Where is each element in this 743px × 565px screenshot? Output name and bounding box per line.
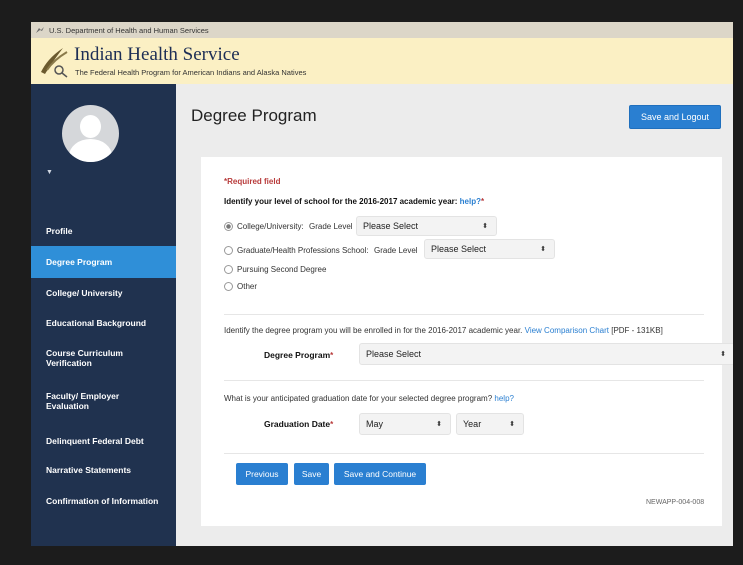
comparison-chart-link[interactable]: View Comparison Chart [525, 326, 609, 335]
grade-level-select-2[interactable]: Please Select ⬍ [424, 239, 555, 259]
sidebar-item-educational-background[interactable]: Educational Background [31, 314, 176, 332]
graduation-prompt: What is your anticipated graduation date… [224, 394, 514, 403]
level-required-mark: * [481, 197, 485, 206]
level-question-text: Identify your level of school for the 20… [224, 197, 458, 206]
graduation-year-value: Year [463, 419, 482, 429]
degree-program-label: Degree Program* [264, 350, 333, 360]
browser-frame: U.S. Department of Health and Human Serv… [31, 22, 733, 546]
grade-level-label-2: Grade Level [374, 246, 418, 255]
radio-graduate[interactable] [224, 246, 233, 255]
hhs-bar: U.S. Department of Health and Human Serv… [31, 22, 733, 38]
degree-prompt-text: Identify the degree program you will be … [224, 326, 523, 335]
select-arrow-icon: ⬍ [720, 351, 726, 358]
grade-level-select-1[interactable]: Please Select ⬍ [356, 216, 497, 236]
grade-level-select-2-value: Please Select [431, 244, 487, 254]
degree-program-label-text: Degree Program [264, 350, 331, 360]
level-help-link[interactable]: help? [460, 197, 481, 206]
avatar[interactable] [62, 105, 119, 162]
chevron-down-icon[interactable]: ▼ [46, 169, 53, 176]
divider [224, 314, 704, 315]
graduation-help-link[interactable]: help? [494, 394, 514, 403]
sidebar-item-course-curriculum-verification[interactable]: Course Curriculum Verification [31, 346, 146, 370]
hhs-bar-text: U.S. Department of Health and Human Serv… [49, 25, 209, 35]
degree-program-select[interactable]: Please Select ⬍ [359, 343, 733, 365]
radio-other[interactable] [224, 282, 233, 291]
select-arrow-icon: ⬍ [482, 223, 488, 230]
sidebar-item-narrative-statements[interactable]: Narrative Statements [31, 461, 176, 479]
grade-level-label-1: Grade Level [309, 222, 353, 231]
radio-second-degree[interactable] [224, 265, 233, 274]
option-college-label: College/University: [237, 222, 304, 231]
select-arrow-icon: ⬍ [540, 246, 546, 253]
degree-program-select-value: Please Select [366, 349, 422, 359]
required-field-note: *Required field [224, 177, 281, 186]
sidebar-item-college-university[interactable]: College/ University [31, 284, 176, 302]
degree-required-mark: * [330, 351, 334, 360]
sidebar-item-delinquent-federal-debt[interactable]: Delinquent Federal Debt [31, 432, 176, 450]
sidebar-item-degree-program[interactable]: Degree Program [31, 246, 176, 278]
sidebar-item-confirmation-of-information[interactable]: Confirmation of Information [31, 492, 176, 510]
graduation-month-select[interactable]: May ⬍ [359, 413, 451, 435]
form-card: *Required field Identify your level of s… [201, 157, 733, 526]
ihs-header: Indian Health Service The Federal Health… [31, 38, 733, 84]
previous-button[interactable]: Previous [236, 463, 288, 485]
radio-college[interactable] [224, 222, 233, 231]
graduation-prompt-text: What is your anticipated graduation date… [224, 394, 493, 403]
sidebar-item-profile[interactable]: Profile [31, 222, 176, 240]
sidebar: ▼ Profile Degree Program College/ Univer… [31, 84, 176, 546]
divider [224, 380, 704, 381]
divider [224, 453, 704, 454]
graduation-required-mark: * [330, 420, 334, 429]
option-second-degree-label: Pursuing Second Degree [237, 265, 327, 274]
ihs-logo-icon [41, 48, 68, 78]
avatar-icon [80, 115, 101, 138]
select-arrow-icon: ⬍ [509, 421, 515, 428]
save-and-logout-button[interactable]: Save and Logout [629, 105, 721, 129]
ihs-title: Indian Health Service [74, 44, 240, 65]
comparison-chart-suffix: [PDF - 131KB] [611, 326, 663, 335]
sidebar-item-faculty-employer-evaluation[interactable]: Faculty/ Employer Evaluation [31, 389, 146, 413]
graduation-date-label: Graduation Date* [264, 419, 333, 429]
level-question: Identify your level of school for the 20… [224, 197, 484, 206]
option-other-label: Other [237, 282, 258, 291]
save-button[interactable]: Save [294, 463, 329, 485]
graduation-date-label-text: Graduation Date [264, 419, 331, 429]
degree-prompt: Identify the degree program you will be … [224, 326, 663, 335]
save-and-continue-button[interactable]: Save and Continue [334, 463, 426, 485]
grade-level-select-1-value: Please Select [363, 221, 419, 231]
form-code: NEWAPP-004-008 [646, 499, 705, 506]
option-graduate-label: Graduate/Health Professions School: [237, 246, 369, 255]
ihs-subtitle: The Federal Health Program for American … [75, 68, 307, 77]
page-title: Degree Program [191, 106, 317, 125]
avatar-body [69, 139, 112, 162]
select-arrow-icon: ⬍ [436, 421, 442, 428]
graduation-year-select[interactable]: Year ⬍ [456, 413, 524, 435]
graduation-month-value: May [366, 419, 384, 429]
hhs-eagle-icon [36, 26, 44, 33]
